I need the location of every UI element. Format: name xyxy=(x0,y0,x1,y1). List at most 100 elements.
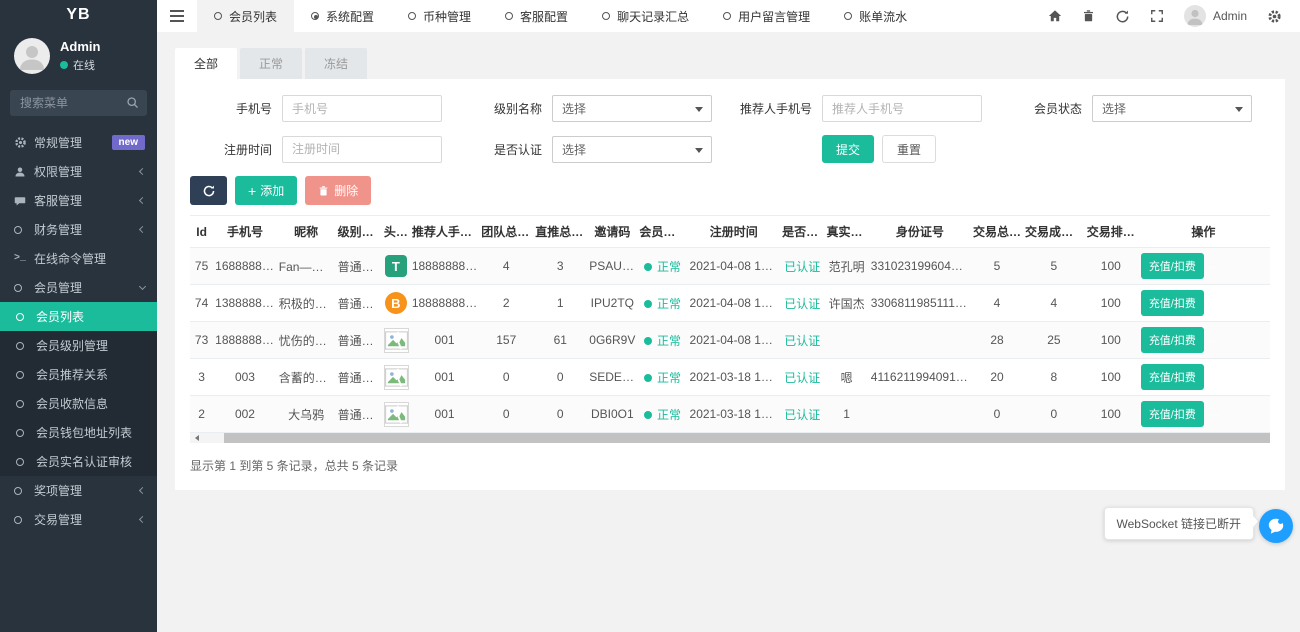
navbar-tab-1[interactable]: 系统配置 xyxy=(294,0,391,32)
main-area: 会员列表系统配置币种管理客服配置聊天记录汇总用户留言管理账单流水 Admin xyxy=(157,0,1300,632)
sidebar-item-4[interactable]: >_在线命令管理 xyxy=(0,244,157,273)
cell-team: 0 xyxy=(479,359,533,396)
column-header-avatar[interactable]: 头像 xyxy=(382,216,410,248)
cell-sort: 100 xyxy=(1085,285,1137,322)
recharge-button[interactable]: 充值/扣费 xyxy=(1141,253,1204,279)
level-filter-label: 级别名称 xyxy=(460,100,552,117)
column-header-id[interactable]: Id xyxy=(190,216,213,248)
navbar-tab-2[interactable]: 币种管理 xyxy=(391,0,488,32)
refresh-button[interactable] xyxy=(190,176,227,205)
recharge-button[interactable]: 充值/扣费 xyxy=(1141,401,1204,427)
sidebar-item-7[interactable]: 交易管理 xyxy=(0,505,157,534)
column-header-ref[interactable]: 推荐人手机号 xyxy=(410,216,479,248)
chat-button[interactable] xyxy=(1259,509,1293,543)
cell-verified: 已认证 xyxy=(780,359,824,396)
horizontal-scrollbar[interactable] xyxy=(190,433,1270,443)
column-header-nick[interactable]: 昵称 xyxy=(277,216,336,248)
verified-badge: 已认证 xyxy=(784,334,820,348)
status-tab-1[interactable]: 正常 xyxy=(240,48,302,79)
app-logo: YB xyxy=(0,0,157,30)
status-dot-icon xyxy=(644,374,652,382)
trash-icon[interactable] xyxy=(1082,9,1095,23)
circle-icon xyxy=(16,458,36,466)
cell-avatar: T xyxy=(382,248,410,285)
sidebar-subitem-1[interactable]: 会员级别管理 xyxy=(0,331,157,360)
fullscreen-icon[interactable] xyxy=(1150,9,1164,23)
add-button[interactable]: + 添加 xyxy=(235,176,297,205)
recharge-button[interactable]: 充值/扣费 xyxy=(1141,364,1204,390)
column-header-invite[interactable]: 邀请码 xyxy=(587,216,637,248)
delete-button[interactable]: 删除 xyxy=(305,176,371,205)
submit-button[interactable]: 提交 xyxy=(822,135,874,163)
scroll-left-arrow-icon[interactable] xyxy=(190,433,204,443)
recharge-button[interactable]: 充值/扣费 xyxy=(1141,290,1204,316)
cell-total: 20 xyxy=(971,359,1023,396)
regtime-filter-input[interactable] xyxy=(282,136,442,163)
column-header-level[interactable]: 级别名称 xyxy=(336,216,382,248)
column-header-direct[interactable]: 直推总人数 xyxy=(533,216,587,248)
status-badge: 正常 xyxy=(657,297,681,311)
phone-filter-input[interactable] xyxy=(282,95,442,122)
column-header-reg[interactable]: 注册时间 xyxy=(688,216,781,248)
level-select[interactable]: 选择 xyxy=(552,95,712,122)
scrollbar-thumb[interactable] xyxy=(224,433,1270,443)
home-icon[interactable] xyxy=(1048,9,1062,23)
verified-select[interactable]: 选择 xyxy=(552,136,712,163)
cell-idcard: 411621199409173032 xyxy=(869,359,971,396)
cell-avatar xyxy=(382,359,410,396)
status-tab-0[interactable]: 全部 xyxy=(175,48,237,79)
navbar-tab-3[interactable]: 客服配置 xyxy=(488,0,585,32)
cell-total: 4 xyxy=(971,285,1023,322)
column-header-idcard[interactable]: 身份证号 xyxy=(869,216,971,248)
cell-idcard: 331023199604162215 xyxy=(869,248,971,285)
clear-cache-icon[interactable] xyxy=(1115,9,1130,24)
settings-icon[interactable] xyxy=(1267,9,1282,24)
hamburger-icon[interactable] xyxy=(157,10,197,22)
cell-id: 74 xyxy=(190,285,213,322)
column-header-total[interactable]: 交易总数量 xyxy=(971,216,1023,248)
user-avatar[interactable] xyxy=(14,38,50,74)
column-header-success[interactable]: 交易成功数量 xyxy=(1023,216,1085,248)
cell-name: 1 xyxy=(824,396,868,433)
sidebar-item-0[interactable]: 常规管理new xyxy=(0,128,157,157)
admin-menu[interactable]: Admin xyxy=(1184,5,1247,27)
cell-id: 2 xyxy=(190,396,213,433)
navbar-right: Admin xyxy=(1048,5,1300,27)
navbar-tab-6[interactable]: 账单流水 xyxy=(827,0,924,32)
member-status-select[interactable]: 选择 xyxy=(1092,95,1252,122)
sidebar-item-1[interactable]: 权限管理 xyxy=(0,157,157,186)
sidebar-subitem-2[interactable]: 会员推荐关系 xyxy=(0,360,157,389)
sidebar-subitem-label: 会员实名认证审核 xyxy=(36,453,132,470)
sidebar-item-3[interactable]: 财务管理 xyxy=(0,215,157,244)
column-header-actions[interactable]: 操作 xyxy=(1137,216,1270,248)
column-header-phone[interactable]: 手机号 xyxy=(213,216,277,248)
column-header-verified[interactable]: 是否认证 xyxy=(780,216,824,248)
cell-level: 普通会员 xyxy=(336,248,382,285)
status-dot-icon xyxy=(644,337,652,345)
recharge-button[interactable]: 充值/扣费 xyxy=(1141,327,1204,353)
user-name: Admin xyxy=(60,39,100,54)
column-header-sort[interactable]: 交易排序值 xyxy=(1085,216,1137,248)
column-header-name[interactable]: 真实姓名 xyxy=(824,216,868,248)
navbar-tab-5[interactable]: 用户留言管理 xyxy=(706,0,827,32)
column-header-status[interactable]: 会员状态 xyxy=(637,216,687,248)
sidebar-subitem-0[interactable]: 会员列表 xyxy=(0,302,157,331)
table-toolbar: + 添加 删除 xyxy=(190,176,1270,205)
cell-idcard xyxy=(869,322,971,359)
status-badge: 正常 xyxy=(657,334,681,348)
cell-level: 普通会员 xyxy=(336,322,382,359)
sidebar-subitem-3[interactable]: 会员收款信息 xyxy=(0,389,157,418)
navbar-tab-0[interactable]: 会员列表 xyxy=(197,0,294,32)
column-header-team[interactable]: 团队总人数 xyxy=(479,216,533,248)
navbar-tab-4[interactable]: 聊天记录汇总 xyxy=(585,0,706,32)
sidebar-item-2[interactable]: 客服管理 xyxy=(0,186,157,215)
referrer-filter-input[interactable] xyxy=(822,95,982,122)
sidebar-item-6[interactable]: 奖项管理 xyxy=(0,476,157,505)
sidebar-item-5[interactable]: 会员管理 xyxy=(0,273,157,302)
cell-success: 0 xyxy=(1023,396,1085,433)
sidebar-subitem-4[interactable]: 会员钱包地址列表 xyxy=(0,418,157,447)
status-tab-2[interactable]: 冻结 xyxy=(305,48,367,79)
sidebar-subitem-5[interactable]: 会员实名认证审核 xyxy=(0,447,157,476)
reset-button[interactable]: 重置 xyxy=(882,135,936,163)
tab-circle-icon xyxy=(602,12,610,20)
